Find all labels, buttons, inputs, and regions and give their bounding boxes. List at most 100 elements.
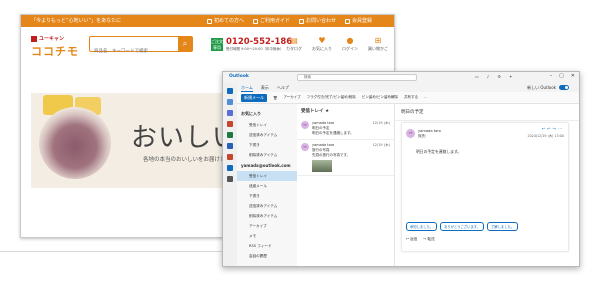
ribbon: 新規メール 🗑 アーカイブ フラグ付き/完了/ピン留め/削除 ピン留め/ピン留め… (237, 92, 579, 104)
message-actions: ↩↩↪⋯ (542, 126, 564, 131)
menu-help[interactable]: ヘルプ (277, 83, 289, 92)
meet-icon[interactable]: ▭ (475, 74, 479, 79)
photo-attachment-thumbnail[interactable] (312, 160, 332, 172)
reply-bar: ↩ 返信 ↪ 転送 (406, 237, 435, 242)
list-item[interactable]: YT yamada taro 明日の予定 明日の予定を連絡します。 12/19 … (297, 118, 394, 140)
gear-icon[interactable]: ⚙ (497, 74, 501, 79)
phone-order: ご注文専用 0120-552-186 受付時間 9:00〜20:00（年中無休） (211, 37, 292, 52)
account-header[interactable]: yamada@outlook.com (237, 160, 297, 171)
ribbon-flag[interactable]: フラグ付き/完了/ピン留め/削除 (307, 95, 356, 100)
folder-history[interactable]: 会話の履歴 (237, 251, 297, 261)
folder-junk[interactable]: 迷惑メール (237, 181, 297, 191)
from-name[interactable]: yamada taro (418, 129, 441, 134)
ribbon-archive[interactable]: アーカイブ (283, 95, 300, 100)
site-header: ユーキャン ココチモ ⌕ ご注文専用 0120-552-186 受付時間 9:0… (21, 27, 394, 69)
bell-icon[interactable]: ♪ (487, 74, 490, 79)
message-from: YT yamada taro 宛先: (406, 129, 441, 138)
site-topbar: 「今よりもっと“心地いい”」をあなたに 初めての方へ ご利用ガイド お問い合わせ… (21, 15, 394, 27)
user-icon (345, 18, 351, 24)
to-label: 宛先: (418, 133, 427, 138)
info-icon (207, 18, 212, 24)
maximize-icon[interactable]: ▢ (559, 73, 564, 79)
more-icon[interactable]: ⋯ (424, 96, 428, 100)
link-first-time[interactable]: 初めての方へ (207, 15, 244, 27)
powerpoint-icon[interactable] (227, 154, 233, 160)
new-outlook-toggle[interactable]: 新しい Outlook (527, 83, 569, 92)
menu-view[interactable]: 表示 (261, 83, 269, 92)
site-tagline: 「今よりもっと“心地いい”」をあなたに (31, 18, 122, 24)
reply-button[interactable]: ↩ 返信 (406, 237, 417, 242)
link-guide[interactable]: ご利用ガイド (253, 15, 290, 27)
site-name: ココチモ (31, 45, 79, 58)
list-item[interactable]: YT yamada taro 旅行の写真 先週の旅行の写真です。 12/19 (… (297, 140, 394, 176)
reading-subject: 明日の予定 (395, 104, 579, 121)
msg-preview: 明日の予定を連絡します。 (312, 131, 354, 135)
close-icon[interactable]: ✕ (571, 73, 575, 79)
apps-icon[interactable] (227, 176, 233, 182)
message-date: 2024/12/19 (木) 13:00 (527, 134, 564, 138)
word-icon[interactable] (227, 143, 233, 149)
delete-icon[interactable]: 🗑 (273, 96, 277, 100)
folder-archive[interactable]: アーカイブ (237, 221, 297, 231)
folder-sent[interactable]: 送信済みアイテム (237, 201, 297, 211)
toggle-switch-icon (559, 85, 569, 90)
ribbon-pin[interactable]: ピン留め/ピン留め解除 (362, 95, 398, 100)
topbar-links: 初めての方へ ご利用ガイド お問い合わせ 会員登録 (207, 15, 372, 27)
order-badge: ご注文専用 (211, 38, 223, 51)
folder-fav-deleted[interactable]: 削除済みアイテム (237, 150, 297, 160)
folder-rss[interactable]: RSS フィード (237, 241, 297, 251)
folder-fav-inbox[interactable]: 受信トレイ (237, 120, 297, 130)
folder-drafts[interactable]: 下書き (237, 191, 297, 201)
brand-mark-icon (31, 35, 37, 42)
more-icon[interactable]: ⋯ (558, 126, 564, 131)
suggested-reply-1[interactable]: 承知しました。 (406, 222, 438, 231)
app-name: Outlook (229, 74, 249, 79)
link-register[interactable]: 会員登録 (345, 15, 372, 27)
excel-icon[interactable] (227, 132, 233, 138)
minimize-icon[interactable]: – (550, 73, 553, 79)
new-mail-button[interactable]: 新規メール (241, 93, 267, 102)
nav-catalog[interactable]: ▤ カタログ (283, 36, 305, 52)
search-button[interactable]: ⌕ (178, 37, 192, 51)
window-controls: – ▢ ✕ (550, 73, 575, 79)
people-icon[interactable] (227, 110, 233, 116)
mail-icon[interactable] (227, 88, 233, 94)
lightbulb-icon[interactable]: ✦ (509, 74, 512, 79)
outlook-titlebar: Outlook 検索 ▭ ♪ ⚙ ✦ – ▢ ✕ (223, 72, 579, 83)
guide-icon (253, 18, 259, 24)
search-input[interactable] (90, 44, 178, 59)
mail-search-input[interactable]: 検索 (297, 74, 417, 81)
site-logo[interactable]: ユーキャン ココチモ (31, 35, 79, 59)
msg-date: 12/19 (木) (372, 121, 390, 125)
site-search: ⌕ (89, 36, 193, 59)
list-header: 受信トレイ ★ (301, 109, 330, 114)
suggested-reply-3[interactable]: 了解しました。 (487, 222, 519, 231)
avatar: YT (301, 143, 309, 151)
nav-login[interactable]: ● ログイン (339, 36, 361, 52)
folder-inbox[interactable]: 受信トレイ (237, 171, 297, 181)
user-icon: ● (346, 36, 354, 45)
folder-fav-sent[interactable]: 送信済みアイテム (237, 130, 297, 140)
reading-pane: 明日の予定 YT yamada taro 宛先: ↩↩↪⋯ 2024/12/19… (395, 104, 579, 266)
suggested-reply-2[interactable]: ありがとうございます。 (440, 222, 485, 231)
star-icon[interactable]: ★ (325, 109, 329, 114)
msg-preview: 先週の旅行の写真です。 (312, 153, 351, 157)
favorites-header[interactable]: お気に入り (237, 108, 297, 120)
forward-button[interactable]: ↪ 転送 (423, 237, 434, 242)
search-icon: ⌕ (182, 39, 188, 48)
folder-fav-drafts[interactable]: 下書き (237, 140, 297, 150)
link-contact[interactable]: お問い合わせ (299, 15, 336, 27)
folder-pane: お気に入り 受信トレイ 送信済みアイテム 下書き 削除済みアイテム yamada… (237, 104, 297, 266)
mail-icon (299, 18, 305, 24)
ribbon-share[interactable]: 共有する (404, 95, 418, 100)
onedrive-icon[interactable] (227, 165, 233, 171)
calendar-icon[interactable] (227, 99, 233, 105)
nav-cart[interactable]: ⊞ 買い物かご (367, 36, 389, 52)
outlook-window: Outlook 検索 ▭ ♪ ⚙ ✦ – ▢ ✕ ホーム 表示 ヘルプ 新しい Outlo… (222, 71, 580, 267)
document-icon: ▤ (290, 36, 298, 45)
folder-deleted[interactable]: 削除済みアイテム (237, 211, 297, 221)
folder-notes[interactable]: メモ (237, 231, 297, 241)
menu-home[interactable]: ホーム (241, 83, 253, 92)
office-icon[interactable] (227, 121, 233, 127)
nav-favorites[interactable]: ♥ お気に入り (311, 36, 333, 52)
